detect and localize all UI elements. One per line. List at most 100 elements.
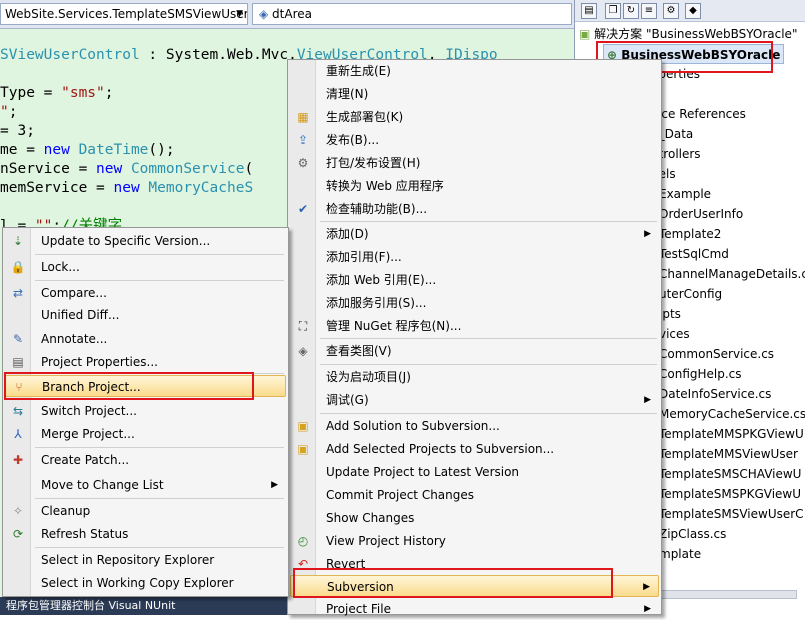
menu-item[interactable]: Move to Change List ▶ <box>5 474 286 496</box>
solution-tree-item[interactable]: TemplateSMSCHAViewU <box>659 464 801 484</box>
solution-tree-item[interactable]: DateInfoService.cs <box>659 384 771 404</box>
code-token: : System.Web.Mvc. <box>139 47 297 63</box>
menu-item[interactable]: 调试(G) ▶ <box>290 389 659 411</box>
solution-tree-item[interactable]: ConfigHelp.cs <box>659 364 742 384</box>
show-all-files-icon[interactable]: ❐ <box>605 3 621 19</box>
menu-item[interactable]: ⟳ Refresh Status <box>5 523 286 545</box>
menu-item[interactable]: Project File ▶ <box>290 598 659 620</box>
menu-item[interactable]: Show Changes <box>290 507 659 529</box>
menu-item[interactable]: Select in Working Copy Explorer <box>5 572 286 594</box>
solution-tree-item[interactable]: TemplateMMSViewUser <box>659 444 798 464</box>
menu-item[interactable]: ✎ Annotate... <box>5 328 286 350</box>
code-token: ; <box>8 104 18 120</box>
menu-item[interactable]: 添加引用(F)... <box>290 246 659 268</box>
menu-item[interactable]: 清理(N) <box>290 83 659 105</box>
menu-item[interactable]: ▣ Add Selected Projects to Subversion... <box>290 438 659 460</box>
menu-item[interactable]: ✧ Cleanup <box>5 500 286 522</box>
refresh-icon[interactable]: ↻ <box>623 3 639 19</box>
member-dropdown-value: dtArea <box>272 7 312 21</box>
compare-icon: ⇄ <box>12 286 24 300</box>
menu-item[interactable]: ⇆ Switch Project... <box>5 400 286 422</box>
menu-item[interactable]: 转换为 Web 应用程序 <box>290 175 659 197</box>
type-dropdown-value: WebSite.Services.TemplateSMSViewUser <box>5 7 248 21</box>
code-token: me = <box>0 142 44 158</box>
submenu-arrow-icon: ▶ <box>644 395 651 405</box>
solution-tree-item[interactable]: Example <box>659 184 711 204</box>
menu-item[interactable]: Update Project to Latest Version <box>290 461 659 483</box>
menu-item[interactable]: ◴ View Project History <box>290 530 659 552</box>
solution-tree-item[interactable]: uterConfig <box>659 284 722 304</box>
menu-item-label: Add Selected Projects to Subversion... <box>326 442 555 456</box>
solution-label: 解决方案 "BusinessWebBSYOracle" <box>594 27 798 41</box>
menu-item[interactable]: ⅄ Merge Project... <box>5 423 286 445</box>
solution-tree-item[interactable]: TemplateMMSPKGViewU <box>659 424 804 444</box>
solution-tree-item[interactable]: TemplateSMSPKGViewU <box>659 484 801 504</box>
solution-tree-item[interactable]: ChannelManageDetails.c <box>659 264 805 284</box>
bottom-tab-strip[interactable]: 程序包管理器控制台 Visual NUnit <box>0 597 300 615</box>
menu-item[interactable]: ✚ Create Patch... <box>5 449 286 471</box>
solution-tree-item[interactable]: CommonService.cs <box>659 344 774 364</box>
code-token: ; <box>104 85 114 101</box>
solution-tree-item[interactable]: MemoryCacheService.cs <box>659 404 805 424</box>
menu-item[interactable]: Unified Diff... <box>5 304 286 326</box>
properties-icon[interactable]: ▤ <box>581 3 597 19</box>
code-token: " <box>0 104 9 120</box>
menu-item[interactable]: 重新生成(E) <box>290 60 659 82</box>
lock-icon: 🔒 <box>10 260 26 274</box>
menu-item[interactable]: 添加服务引用(S)... <box>290 292 659 314</box>
menu-item[interactable]: ⚙ 打包/发布设置(H) <box>290 152 659 174</box>
menu-item[interactable]: ✔ 检查辅助功能(B)... <box>290 198 659 220</box>
settings-icon: ⚙ <box>297 156 309 170</box>
code-token: SViewUserControl <box>0 47 140 63</box>
properties-icon: ▤ <box>12 355 24 369</box>
view-code-icon[interactable]: ≡ <box>641 3 657 19</box>
menu-item-label: 调试(G) <box>326 393 369 407</box>
code-line: memService = new MemoryCacheS <box>0 179 253 198</box>
solution-tree-item[interactable]: ZipClass.cs <box>659 524 726 544</box>
menu-item[interactable]: 添加 Web 引用(E)... <box>290 269 659 291</box>
solution-toolbar: ▤ ❐ ↻ ≡ ⚙ ◆ <box>575 0 805 22</box>
horizontal-scrollbar[interactable] <box>657 590 797 599</box>
solution-tree-item[interactable]: TestSqlCmd <box>659 244 729 264</box>
menu-item[interactable]: ⇄ Compare... <box>5 282 286 304</box>
solution-tree-item[interactable]: vices <box>659 324 690 344</box>
class-diagram-icon[interactable]: ◆ <box>685 3 701 19</box>
solution-tree-item[interactable]: mplate <box>659 544 701 564</box>
solution-tree-item[interactable]: OrderUserInfo <box>659 204 743 224</box>
menu-item[interactable]: 🔒 Lock... <box>5 256 286 278</box>
member-dropdown[interactable]: ◈ dtArea <box>252 3 572 25</box>
solution-tree-item[interactable]: TemplateSMSViewUserC <box>659 504 804 524</box>
menu-item[interactable]: ⇣ Update to Specific Version... <box>5 230 286 252</box>
code-line: nService = new CommonService( <box>0 160 253 179</box>
menu-item[interactable]: ◈ 查看类图(V) <box>290 340 659 362</box>
menu-separator <box>320 364 657 365</box>
menu-item[interactable]: 设为启动项目(J) <box>290 366 659 388</box>
menu-item[interactable]: 添加(D) ▶ <box>290 223 659 245</box>
code-token: new <box>43 142 79 158</box>
highlight-frame-subversion <box>293 568 613 598</box>
menu-item[interactable]: Select in Repository Explorer <box>5 549 286 571</box>
solution-tree-item[interactable]: Template2 <box>659 224 721 244</box>
menu-item[interactable]: Commit Project Changes <box>290 484 659 506</box>
solution-tree-item[interactable]: vice References <box>651 104 746 124</box>
solution-tree-item[interactable]: ipts <box>659 304 681 324</box>
menu-item-label: Merge Project... <box>41 427 135 441</box>
menu-item[interactable]: ⇪ 发布(B)... <box>290 129 659 151</box>
menu-item[interactable]: ⛶ 管理 NuGet 程序包(N)... <box>290 315 659 337</box>
menu-item[interactable]: ▣ Add Solution to Subversion... <box>290 415 659 437</box>
view-designer-icon[interactable]: ⚙ <box>663 3 679 19</box>
menu-item-label: 发布(B)... <box>326 133 380 147</box>
menu-item-label: 添加引用(F)... <box>326 250 402 264</box>
menu-item-label: 打包/发布设置(H) <box>326 156 421 170</box>
type-dropdown[interactable]: WebSite.Services.TemplateSMSViewUser ▼ <box>0 3 248 25</box>
menu-item[interactable]: ▦ 生成部署包(K) <box>290 106 659 128</box>
menu-item-label: 查看类图(V) <box>326 344 392 358</box>
solution-icon: ▣ <box>579 27 591 41</box>
menu-item-label: 生成部署包(K) <box>326 110 404 124</box>
code-token: MemoryCacheS <box>148 180 254 196</box>
menu-item-label: Annotate... <box>41 332 108 346</box>
menu-item-label: 重新生成(E) <box>326 64 391 78</box>
menu-item-label: 清理(N) <box>326 87 369 101</box>
menu-item[interactable]: ▤ Project Properties... <box>5 351 286 373</box>
menu-item-label: 添加 Web 引用(E)... <box>326 273 437 287</box>
